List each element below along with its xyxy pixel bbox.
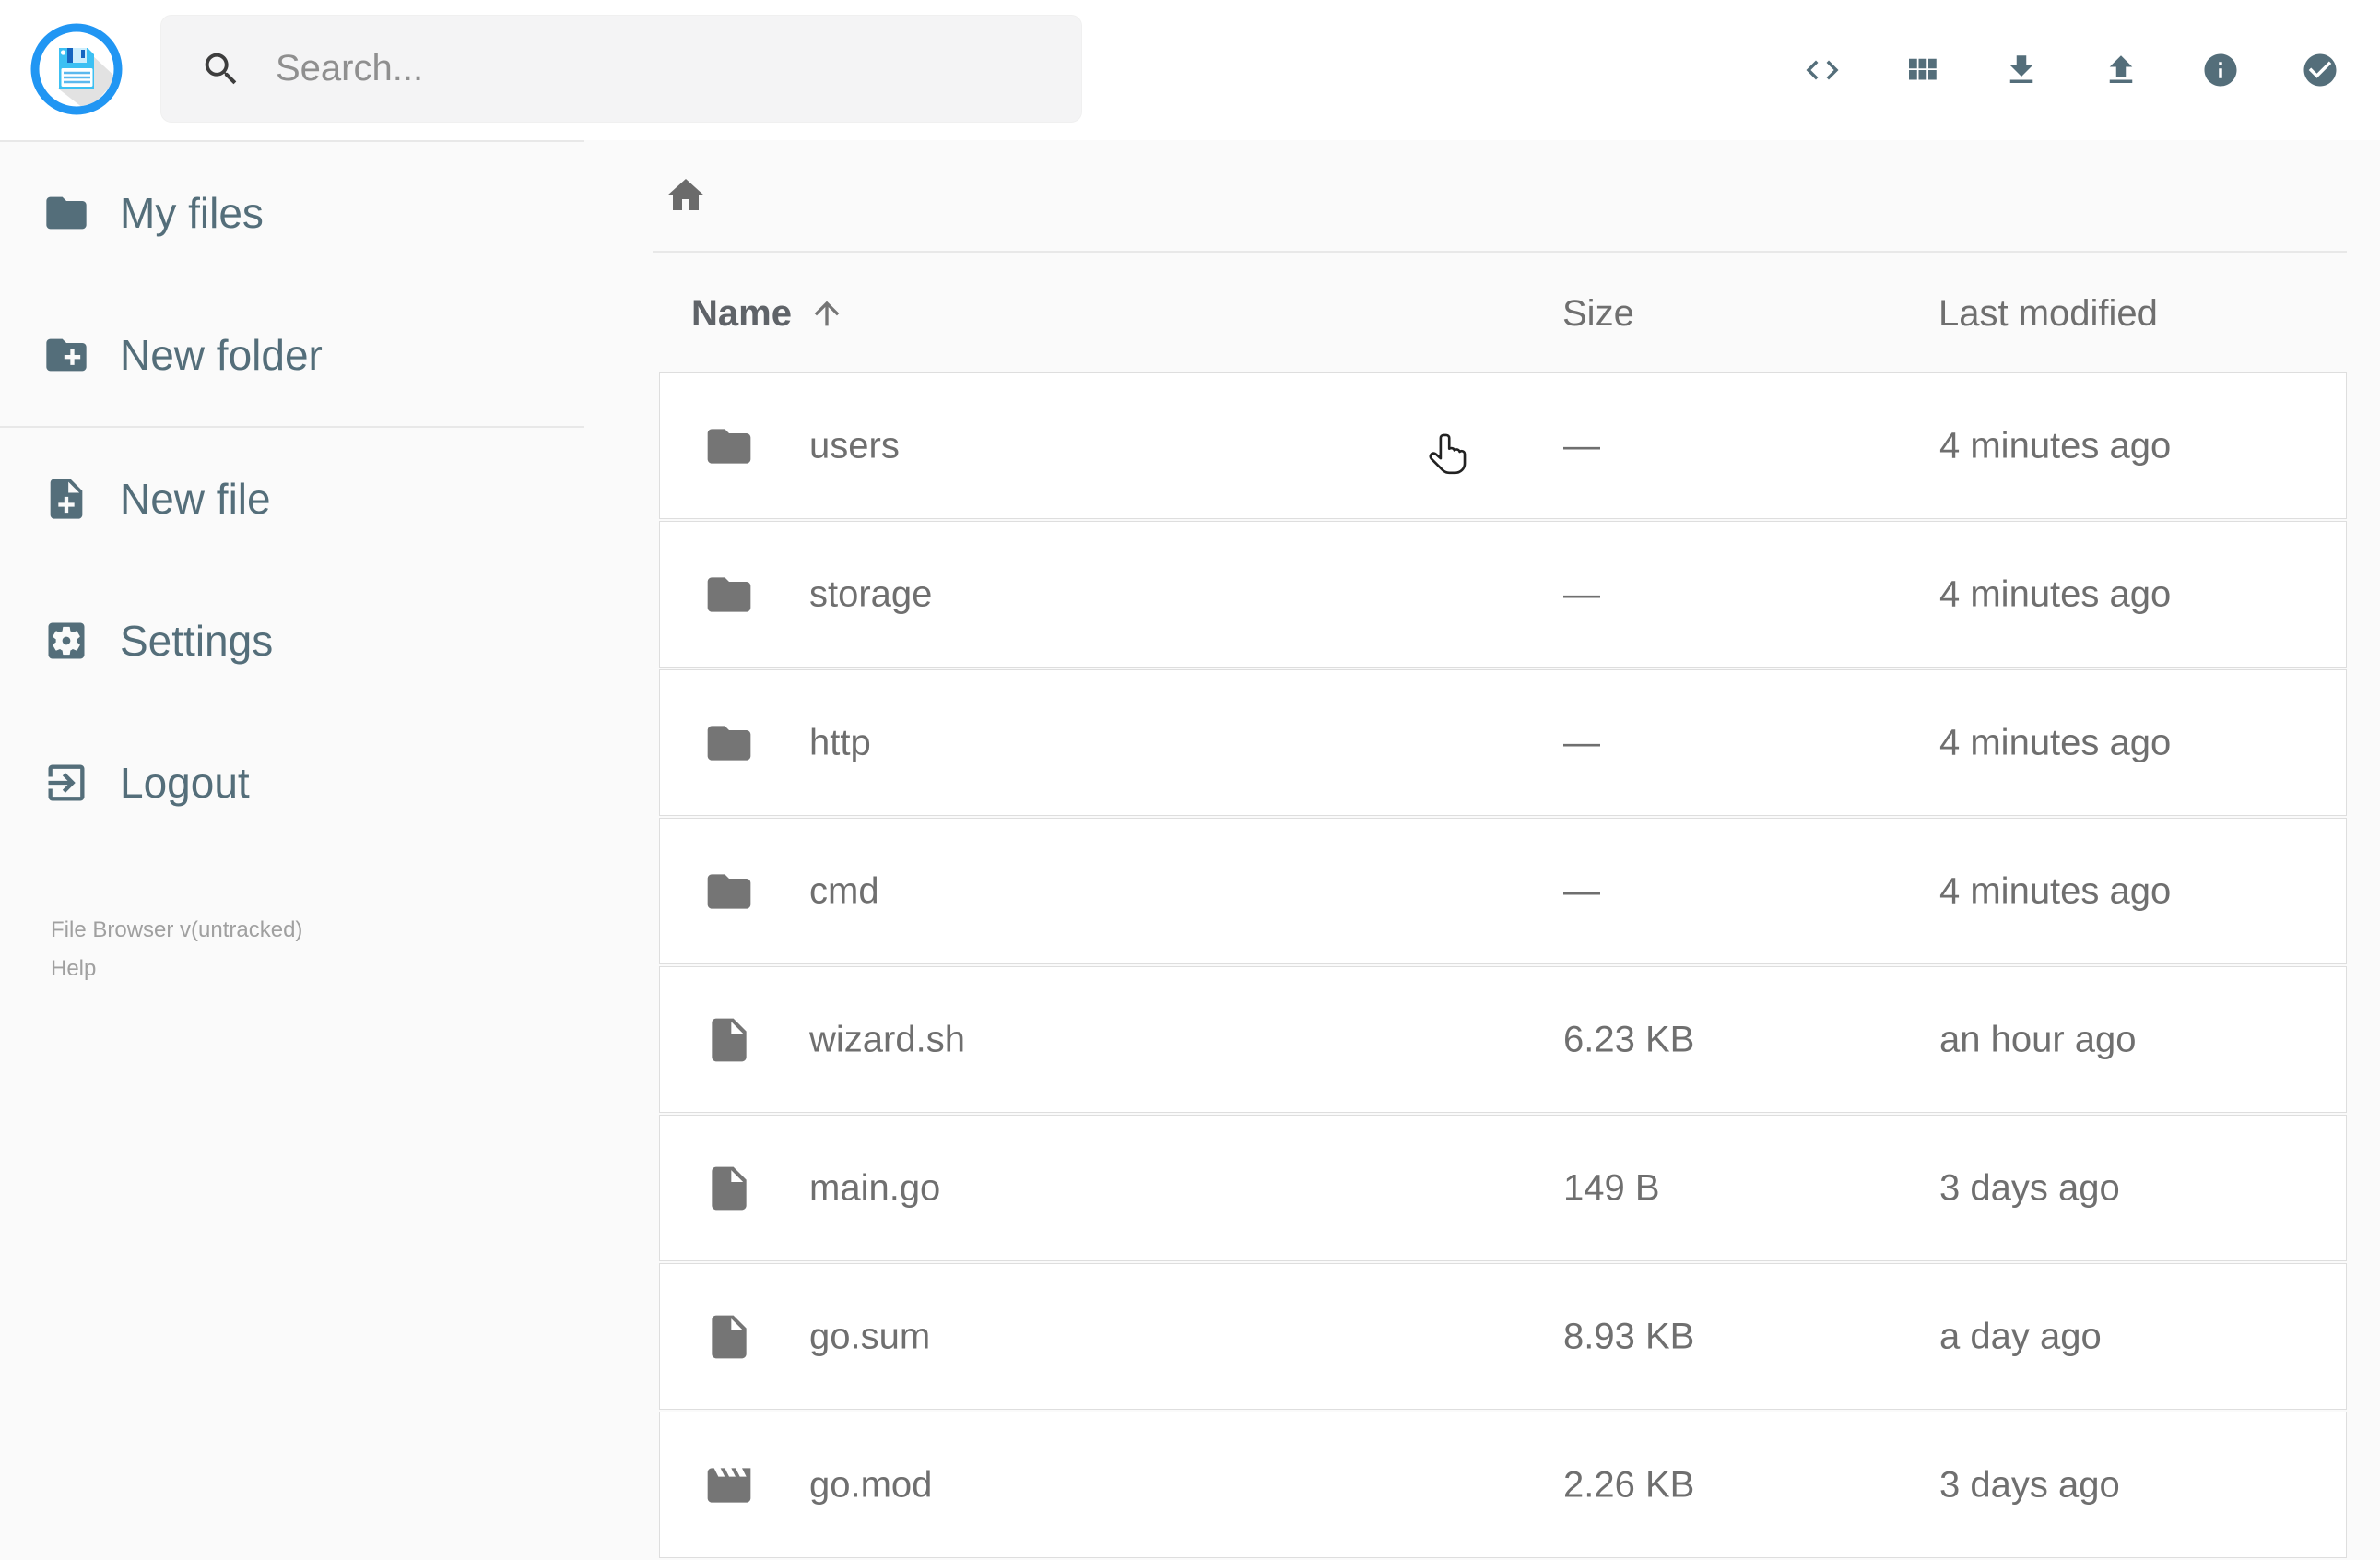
folder-icon [42,189,90,237]
file-size: — [1563,425,1600,466]
download-icon [2002,51,2041,89]
column-header-name-label: Name [691,293,792,334]
sidebar-item-logout[interactable]: Logout [0,712,584,854]
column-header-name[interactable]: Name [691,293,845,334]
file-modified: an hour ago [1939,1019,2137,1059]
new-file-icon [42,475,90,523]
switch-view-button[interactable] [1903,51,1941,89]
topbar [0,0,2380,140]
folder-icon [703,717,755,769]
folder-icon [703,569,755,620]
table-row[interactable]: main.go 149 B 3 days ago [659,1115,2347,1261]
file-name: storage [809,573,933,614]
folder-icon [703,420,755,472]
file-modified: a day ago [1939,1316,2102,1356]
file-name: wizard.sh [809,1019,965,1059]
sidebar-item-new-folder[interactable]: New folder [0,284,584,426]
file-size: — [1563,573,1600,614]
column-header-modified[interactable]: Last modified [1938,293,2158,334]
sidebar-item-label: Logout [120,759,250,807]
sidebar-nav: My files New folder New file Settings Lo… [0,140,584,854]
grid-view-icon [1903,51,1941,89]
file-icon [703,1014,755,1066]
file-modified: 4 minutes ago [1939,722,2172,762]
file-name: main.go [809,1167,941,1208]
sidebar-item-label: New file [120,475,271,523]
file-modified: 4 minutes ago [1939,870,2172,911]
download-button[interactable] [2002,51,2041,89]
file-name: http [809,722,871,762]
topbar-actions [1803,0,2339,140]
logout-icon [42,759,90,807]
file-modified: 4 minutes ago [1939,425,2172,466]
table-row[interactable]: cmd — 4 minutes ago [659,818,2347,964]
check-circle-icon [2301,51,2339,89]
search-box[interactable] [160,15,1082,123]
file-size: 8.93 KB [1563,1316,1695,1356]
file-listing: users — 4 minutes ago storage — 4 minute… [659,372,2347,1560]
file-size: 2.26 KB [1563,1464,1695,1505]
file-modified: 3 days ago [1939,1464,2120,1505]
sidebar: My files New folder New file Settings Lo… [0,140,584,1530]
table-row[interactable]: go.sum 8.93 KB a day ago [659,1263,2347,1410]
sidebar-item-label: My files [120,189,264,237]
table-row[interactable]: wizard.sh 6.23 KB an hour ago [659,966,2347,1113]
home-icon [667,179,704,210]
file-size: 6.23 KB [1563,1019,1695,1059]
sidebar-footer: File Browser v(untracked) Help [51,911,302,988]
column-header-size[interactable]: Size [1562,293,1634,334]
shell-button[interactable] [1803,51,1842,89]
floppy-disk-logo-icon [30,23,123,115]
file-name: users [809,425,900,466]
file-modified: 4 minutes ago [1939,573,2172,614]
folder-icon [703,866,755,917]
file-modified: 3 days ago [1939,1167,2120,1208]
file-name: go.sum [809,1316,931,1356]
file-name: go.mod [809,1464,933,1505]
file-size: — [1563,722,1600,762]
sidebar-item-label: New folder [120,331,323,379]
upload-button[interactable] [2102,51,2140,89]
info-icon [2201,51,2240,89]
search-icon [200,48,242,90]
table-row[interactable]: users — 4 minutes ago [659,372,2347,519]
breadcrumb-divider [653,251,2347,253]
app-logo[interactable] [30,23,123,115]
sidebar-item-new-file[interactable]: New file [0,428,584,570]
file-name: cmd [809,870,879,911]
select-multiple-button[interactable] [2301,51,2339,89]
search-input[interactable] [276,48,1081,89]
sidebar-item-my-files[interactable]: My files [0,142,584,284]
breadcrumb[interactable] [664,173,708,218]
movie-icon [703,1460,755,1511]
table-row[interactable]: storage — 4 minutes ago [659,521,2347,668]
file-icon [703,1311,755,1363]
new-folder-icon [42,331,90,379]
file-icon [703,1163,755,1214]
file-size: 149 B [1563,1167,1660,1208]
table-row[interactable]: go.mod 2.26 KB 3 days ago [659,1412,2347,1558]
table-row[interactable]: http — 4 minutes ago [659,669,2347,816]
settings-icon [42,617,90,665]
version-link[interactable]: File Browser v(untracked) [51,911,302,950]
sort-ascending-icon [808,295,845,332]
code-icon [1803,51,1842,89]
file-size: — [1563,870,1600,911]
sidebar-item-settings[interactable]: Settings [0,570,584,712]
upload-icon [2102,51,2140,89]
sidebar-item-label: Settings [120,617,274,665]
help-link[interactable]: Help [51,950,302,988]
info-button[interactable] [2201,51,2240,89]
